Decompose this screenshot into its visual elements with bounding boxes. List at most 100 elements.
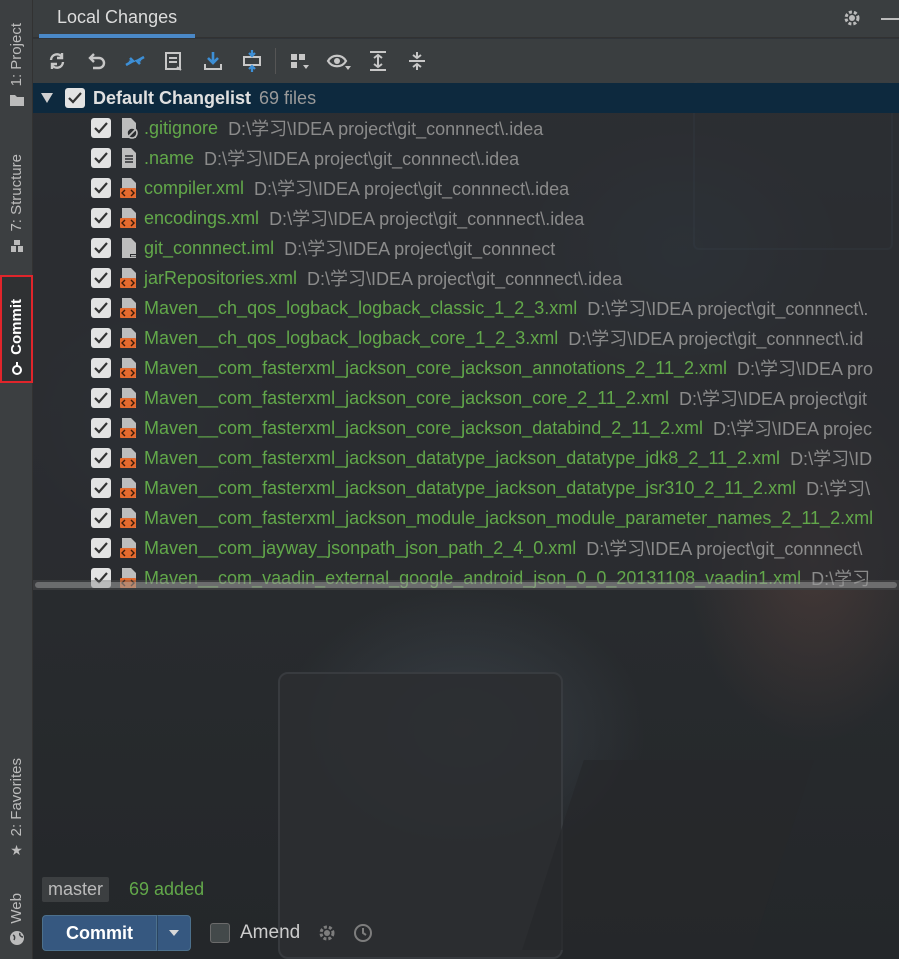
group-by-icon[interactable]: [284, 45, 316, 77]
file-row[interactable]: Maven__com_fasterxml_jackson_core_jackso…: [33, 383, 899, 413]
commit-options-gear-icon[interactable]: [316, 922, 338, 944]
file-path: D:\学习\IDEA project\git: [678, 389, 868, 409]
xml-file-icon: [119, 267, 139, 289]
xml-file-icon: [119, 417, 139, 439]
file-name: Maven__com_fasterxml_jackson_datatype_ja…: [144, 477, 797, 498]
refresh-icon[interactable]: [41, 45, 73, 77]
file-checkbox[interactable]: [91, 268, 111, 288]
tool-favorites-button[interactable]: ★ 2: Favorites: [0, 738, 33, 858]
file-path: D:\学习\IDEA project\git_connnect\.: [587, 299, 869, 319]
commit-button[interactable]: Commit: [42, 915, 157, 951]
globe-icon: [9, 930, 25, 946]
file-row[interactable]: jarRepositories.xml D:\学习\IDEA project\gi…: [33, 263, 899, 293]
file-checkbox[interactable]: [91, 118, 111, 138]
file-checkbox[interactable]: [91, 328, 111, 348]
scrollbar-thumb[interactable]: [35, 582, 897, 588]
file-path: D:\学习\IDEA project\git_connnect\.idea: [228, 119, 544, 139]
collapse-triangle-icon[interactable]: [39, 90, 55, 106]
changes-summary: 69 added: [129, 878, 205, 899]
file-list: .gitignore D:\学习\IDEA project\git_connnec…: [33, 113, 899, 590]
rollback-icon[interactable]: [80, 45, 112, 77]
file-name: git_connnect.iml: [144, 237, 275, 258]
show-diff-icon[interactable]: [119, 45, 151, 77]
file-name: Maven__ch_qos_logback_logback_core_1_2_3…: [144, 327, 559, 348]
file-row[interactable]: Maven__com_fasterxml_jackson_core_jackso…: [33, 413, 899, 443]
shelve-icon[interactable]: [158, 45, 190, 77]
history-clock-icon[interactable]: [352, 922, 374, 944]
changelist-count: 69 files: [259, 87, 317, 108]
file-name: Maven__ch_qos_logback_logback_classic_1_…: [144, 297, 578, 318]
tab-local-changes[interactable]: Local Changes: [39, 0, 196, 38]
tool-web-button[interactable]: Web: [0, 880, 33, 946]
file-checkbox[interactable]: [91, 148, 111, 168]
tool-project-button[interactable]: 1: Project: [0, 8, 33, 108]
amend-checkbox[interactable]: [210, 923, 230, 943]
file-name: encodings.xml: [144, 207, 260, 228]
xml-file-icon: [119, 297, 139, 319]
tool-favorites-label: 2: Favorites: [8, 757, 25, 836]
file-checkbox[interactable]: [91, 538, 111, 558]
xml-file-icon: [119, 387, 139, 409]
horizontal-scrollbar[interactable]: [33, 580, 899, 590]
file-checkbox[interactable]: [91, 418, 111, 438]
file-checkbox[interactable]: [91, 208, 111, 228]
file-path: D:\学习\IDEA project\git_connnect\.idea: [269, 209, 585, 229]
xml-file-icon: [119, 507, 139, 529]
branch-label[interactable]: master: [42, 876, 110, 902]
file-row[interactable]: .name D:\学习\IDEA project\git_connnect\.id…: [33, 143, 899, 173]
minimize-icon[interactable]: [881, 18, 899, 20]
collapse-all-icon[interactable]: [401, 45, 433, 77]
file-row[interactable]: Maven__com_fasterxml_jackson_module_jack…: [33, 503, 899, 533]
file-row[interactable]: .gitignore D:\学习\IDEA project\git_connnec…: [33, 113, 899, 143]
file-path: D:\学习\: [806, 479, 871, 499]
text-file-icon: [119, 147, 139, 169]
file-checkbox[interactable]: [91, 478, 111, 498]
xml-file-icon: [119, 357, 139, 379]
file-name: .gitignore: [144, 117, 219, 138]
move-changes-icon[interactable]: [236, 45, 268, 77]
update-icon[interactable]: [197, 45, 229, 77]
file-name: Maven__com_fasterxml_jackson_core_jackso…: [144, 417, 703, 438]
file-row[interactable]: Maven__com_fasterxml_jackson_core_jackso…: [33, 353, 899, 383]
star-icon: ★: [10, 841, 23, 858]
file-row[interactable]: Maven__com_jayway_jsonpath_json_path_2_4…: [33, 533, 899, 563]
file-name: jarRepositories.xml: [144, 267, 298, 288]
tool-commit-button[interactable]: Commit: [0, 275, 33, 383]
status-row: master 69 added: [42, 876, 204, 902]
file-path: D:\学习\IDEA pro: [737, 359, 874, 379]
file-path: D:\学习\ID: [790, 449, 873, 469]
tool-structure-button[interactable]: 7: Structure: [0, 138, 33, 254]
file-checkbox[interactable]: [91, 238, 111, 258]
settings-gear-icon[interactable]: [841, 8, 863, 30]
file-path: D:\学习\IDEA project\git_connnect: [284, 239, 556, 259]
file-checkbox[interactable]: [91, 178, 111, 198]
file-name: .name: [144, 147, 195, 168]
commit-controls: Commit Amend: [42, 914, 374, 952]
toolbar-separator: [275, 48, 276, 74]
background-laptop-shape-2: [522, 760, 814, 950]
file-name: Maven__com_fasterxml_jackson_core_jackso…: [144, 357, 728, 378]
changelist-row[interactable]: Default Changelist 69 files: [33, 83, 899, 113]
file-row[interactable]: Maven__ch_qos_logback_logback_classic_1_…: [33, 293, 899, 323]
file-row[interactable]: Maven__com_fasterxml_jackson_datatype_ja…: [33, 473, 899, 503]
file-row[interactable]: git_connnect.iml D:\学习\IDEA project\git_c…: [33, 233, 899, 263]
changelist-checkbox[interactable]: [65, 88, 85, 108]
xml-file-icon: [119, 327, 139, 349]
file-path: D:\学习\IDEA projec: [713, 419, 873, 439]
file-name: compiler.xml: [144, 177, 245, 198]
tool-web-label: Web: [8, 893, 25, 924]
file-path: D:\学习\IDEA project\git_connnect\.idea: [307, 269, 623, 289]
expand-all-icon[interactable]: [362, 45, 394, 77]
file-row[interactable]: encodings.xml D:\学习\IDEA project\git_conn…: [33, 203, 899, 233]
file-row[interactable]: Maven__ch_qos_logback_logback_core_1_2_3…: [33, 323, 899, 353]
file-checkbox[interactable]: [91, 508, 111, 528]
file-row[interactable]: compiler.xml D:\学习\IDEA project\git_connn…: [33, 173, 899, 203]
file-checkbox[interactable]: [91, 448, 111, 468]
file-checkbox[interactable]: [91, 298, 111, 318]
commit-dropdown-button[interactable]: [157, 915, 191, 951]
view-options-icon[interactable]: [323, 45, 355, 77]
xml-file-icon: [119, 447, 139, 469]
file-checkbox[interactable]: [91, 388, 111, 408]
file-row[interactable]: Maven__com_fasterxml_jackson_datatype_ja…: [33, 443, 899, 473]
file-checkbox[interactable]: [91, 358, 111, 378]
